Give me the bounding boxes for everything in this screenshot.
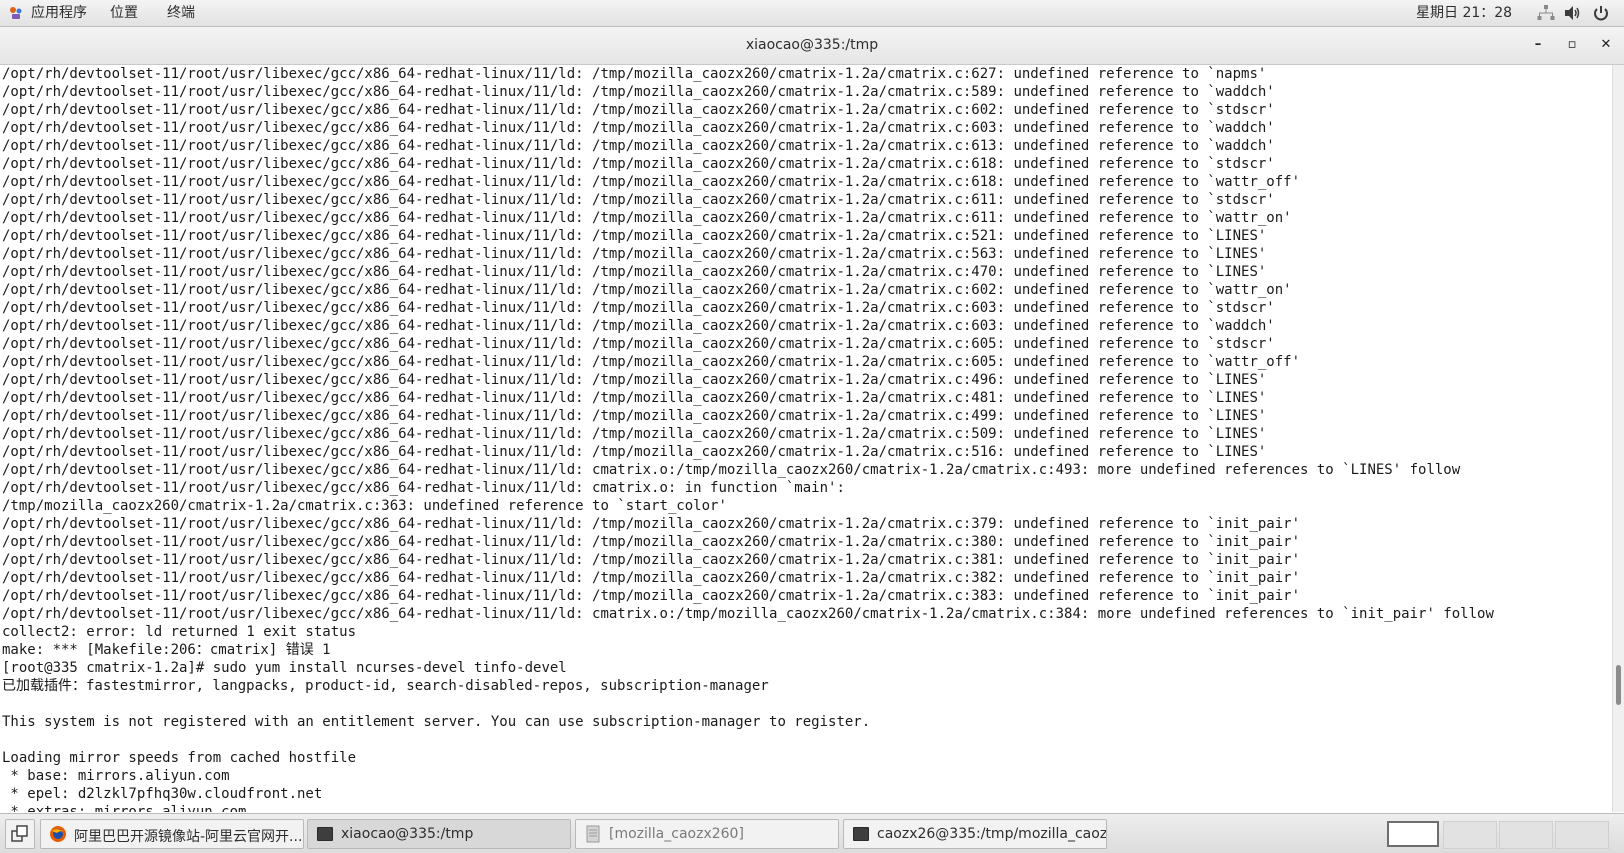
terminal-line: /opt/rh/devtoolset-11/root/usr/libexec/g…	[2, 66, 1267, 82]
terminal-line: /opt/rh/devtoolset-11/root/usr/libexec/g…	[2, 390, 1267, 406]
terminal-line: * base: mirrors.aliyun.com	[2, 768, 230, 784]
workspace-1[interactable]	[1387, 821, 1439, 847]
window-titlebar[interactable]: xiaocao@335:/tmp – ▫ ✕	[0, 27, 1624, 65]
task-label: 阿里巴巴开源镜像站-阿里云官网开...	[74, 829, 303, 845]
terminal-icon	[317, 827, 333, 841]
power-icon[interactable]	[1592, 4, 1610, 22]
terminal-line: This system is not registered with an en…	[2, 714, 871, 730]
terminal-line: /opt/rh/devtoolset-11/root/usr/libexec/g…	[2, 300, 1275, 316]
minimize-button[interactable]: –	[1529, 36, 1547, 54]
window-title: xiaocao@335:/tmp	[745, 37, 879, 53]
clock[interactable]: 星期日 21：28	[1416, 4, 1512, 22]
taskbar: 阿里巴巴开源镜像站-阿里云官网开... xiaocao@335:/tmp [mo…	[0, 813, 1624, 853]
terminal-line: /opt/rh/devtoolset-11/root/usr/libexec/g…	[2, 516, 1301, 532]
task-file-manager[interactable]: [mozilla_caozx260]	[575, 819, 839, 849]
terminal-line: Loading mirror speeds from cached hostfi…	[2, 750, 357, 766]
maximize-button[interactable]: ▫	[1563, 36, 1581, 54]
task-label: caozx26@335:/tmp/mozilla_caozx-...	[877, 826, 1107, 842]
terminal-line: /opt/rh/devtoolset-11/root/usr/libexec/g…	[2, 318, 1275, 334]
terminal-line: /opt/rh/devtoolset-11/root/usr/libexec/g…	[2, 426, 1267, 442]
terminal-content[interactable]: /opt/rh/devtoolset-11/root/usr/libexec/g…	[0, 65, 1612, 812]
terminal-line: /opt/rh/devtoolset-11/root/usr/libexec/g…	[2, 138, 1275, 154]
top-panel: 应用程序 位置 终端 星期日 21：28	[0, 0, 1624, 27]
volume-icon[interactable]	[1563, 4, 1581, 22]
terminal-line: [root@335 cmatrix-1.2a]# sudo yum instal…	[2, 660, 567, 676]
workspace-2[interactable]	[1443, 821, 1497, 849]
terminal-line: 已加载插件：fastestmirror, langpacks, product-…	[2, 678, 769, 694]
terminal-line: /opt/rh/devtoolset-11/root/usr/libexec/g…	[2, 570, 1301, 586]
terminal-line: /tmp/mozilla_caozx260/cmatrix-1.2a/cmatr…	[2, 498, 727, 514]
task-label: [mozilla_caozx260]	[609, 826, 744, 842]
terminal-line: /opt/rh/devtoolset-11/root/usr/libexec/g…	[2, 462, 1461, 478]
terminal-line: /opt/rh/devtoolset-11/root/usr/libexec/g…	[2, 372, 1267, 388]
terminal-line: /opt/rh/devtoolset-11/root/usr/libexec/g…	[2, 120, 1275, 136]
terminal-line: /opt/rh/devtoolset-11/root/usr/libexec/g…	[2, 408, 1267, 424]
network-icon[interactable]	[1537, 4, 1555, 22]
terminal-output: /opt/rh/devtoolset-11/root/usr/libexec/g…	[2, 65, 1494, 812]
firefox-icon	[50, 826, 66, 842]
terminal-line: make: *** [Makefile:206：cmatrix] 错误 1	[2, 642, 331, 658]
terminal-line: /opt/rh/devtoolset-11/root/usr/libexec/g…	[2, 444, 1267, 460]
terminal-line: /opt/rh/devtoolset-11/root/usr/libexec/g…	[2, 606, 1494, 622]
places-menu[interactable]: 位置	[110, 4, 138, 22]
terminal-line: /opt/rh/devtoolset-11/root/usr/libexec/g…	[2, 156, 1275, 172]
workspace-3[interactable]	[1499, 821, 1553, 849]
terminal-line: /opt/rh/devtoolset-11/root/usr/libexec/g…	[2, 264, 1267, 280]
terminal-line: * extras: mirrors.aliyun.com	[2, 804, 247, 812]
applications-icon[interactable]	[8, 5, 24, 21]
workspace-4[interactable]	[1555, 821, 1609, 849]
terminal-line: /opt/rh/devtoolset-11/root/usr/libexec/g…	[2, 246, 1267, 262]
show-desktop-button[interactable]	[5, 819, 35, 849]
terminal-line: /opt/rh/devtoolset-11/root/usr/libexec/g…	[2, 282, 1292, 298]
task-terminal-caozx26[interactable]: caozx26@335:/tmp/mozilla_caozx-...	[843, 819, 1107, 849]
terminal-menu[interactable]: 终端	[167, 4, 195, 22]
terminal-line: /opt/rh/devtoolset-11/root/usr/libexec/g…	[2, 192, 1275, 208]
terminal-line: /opt/rh/devtoolset-11/root/usr/libexec/g…	[2, 354, 1301, 370]
terminal-line: /opt/rh/devtoolset-11/root/usr/libexec/g…	[2, 534, 1301, 550]
terminal-line: /opt/rh/devtoolset-11/root/usr/libexec/g…	[2, 588, 1301, 604]
file-manager-icon	[586, 825, 600, 843]
terminal-scrollbar[interactable]	[1612, 65, 1624, 812]
task-terminal-xiaocao[interactable]: xiaocao@335:/tmp	[307, 819, 571, 849]
terminal-line: /opt/rh/devtoolset-11/root/usr/libexec/g…	[2, 210, 1292, 226]
terminal-line: collect2: error: ld returned 1 exit stat…	[2, 624, 357, 640]
terminal-line: /opt/rh/devtoolset-11/root/usr/libexec/g…	[2, 480, 845, 496]
task-label: xiaocao@335:/tmp	[341, 826, 474, 842]
terminal-line: /opt/rh/devtoolset-11/root/usr/libexec/g…	[2, 228, 1267, 244]
terminal-line: * epel: d2lzkl7pfhq30w.cloudfront.net	[2, 786, 323, 802]
terminal-line: /opt/rh/devtoolset-11/root/usr/libexec/g…	[2, 552, 1301, 568]
scrollbar-thumb[interactable]	[1616, 665, 1621, 705]
terminal-icon	[853, 827, 869, 841]
show-desktop-icon	[11, 825, 28, 842]
task-firefox[interactable]: 阿里巴巴开源镜像站-阿里云官网开...	[40, 819, 304, 849]
terminal-line: /opt/rh/devtoolset-11/root/usr/libexec/g…	[2, 336, 1275, 352]
terminal-line: /opt/rh/devtoolset-11/root/usr/libexec/g…	[2, 84, 1275, 100]
terminal-line: /opt/rh/devtoolset-11/root/usr/libexec/g…	[2, 174, 1301, 190]
close-button[interactable]: ✕	[1597, 36, 1615, 54]
applications-menu[interactable]: 应用程序	[31, 4, 87, 22]
terminal-line: /opt/rh/devtoolset-11/root/usr/libexec/g…	[2, 102, 1275, 118]
